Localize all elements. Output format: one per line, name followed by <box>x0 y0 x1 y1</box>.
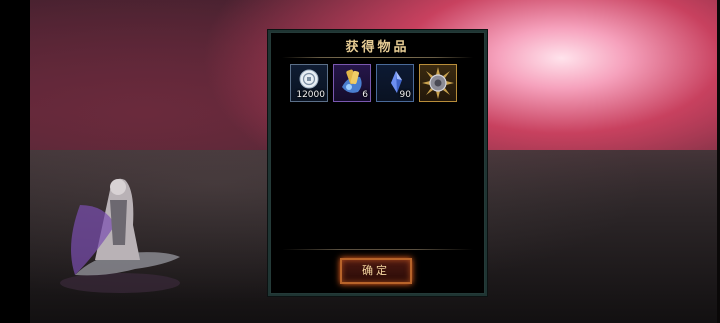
dialog-title: 获得物品 <box>345 40 410 55</box>
reward-dialog: 获得物品 12000 6 90 确定 <box>268 30 487 296</box>
left-screen-edge <box>0 0 30 323</box>
item-quantity: 12000 <box>296 90 325 100</box>
item-quantity: 6 <box>362 90 368 100</box>
reward-item-list: 12000 6 90 <box>290 64 457 102</box>
warrior-character-sprite <box>60 178 180 293</box>
title-divider <box>282 57 473 58</box>
confirm-button[interactable]: 确定 <box>340 258 412 284</box>
reward-item-medallion[interactable] <box>419 64 457 102</box>
reward-item-crystals[interactable]: 90 <box>376 64 414 102</box>
reward-item-scrolls[interactable]: 6 <box>333 64 371 102</box>
spiked-medallion-icon <box>422 67 454 99</box>
item-quantity: 90 <box>399 90 411 100</box>
footer-divider <box>282 249 473 250</box>
reward-item-coins[interactable]: 12000 <box>290 64 328 102</box>
